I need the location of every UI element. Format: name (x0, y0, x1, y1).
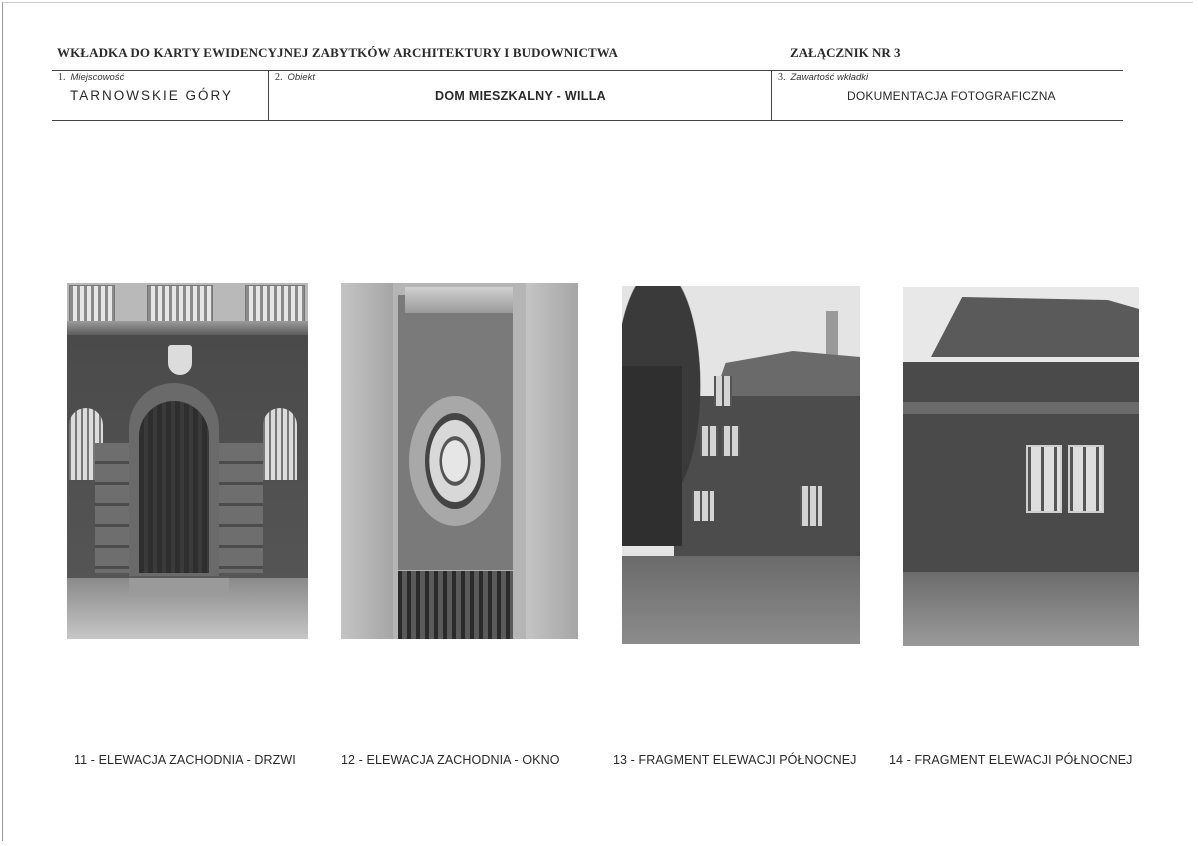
photo-caption: 12 - ELEWACJA ZACHODNIA - OKNO (341, 753, 560, 767)
field-label: Zawartość wkładki (790, 72, 869, 83)
field-object: 2. Obiekt DOM MIESZKALNY - WILLA (268, 71, 772, 120)
field-number: 3. (778, 72, 786, 83)
photo-west-door (67, 283, 308, 639)
metadata-table: 1. Miejscowość TARNOWSKIE GÓRY 2. Obiekt D… (52, 70, 1123, 121)
eagle-emblem-icon (168, 345, 192, 375)
arched-door (139, 401, 209, 573)
field-label: Obiekt (287, 72, 315, 83)
field-value: DOM MIESZKALNY - WILLA (435, 89, 606, 103)
field-contents: 3. Zawartość wkładki DOKUMENTACJA FOTOGRA… (771, 71, 1124, 120)
field-number: 2. (275, 72, 283, 83)
photo-caption: 13 - FRAGMENT ELEWACJI PÓŁNOCNEJ (613, 753, 857, 767)
photo-north-fragment-1 (622, 286, 860, 644)
photo-north-fragment-2 (903, 287, 1139, 646)
field-value: DOKUMENTACJA FOTOGRAFICZNA (847, 89, 1056, 103)
document-title: WKŁADKA DO KARTY EWIDENCYJNEJ ZABYTKÓW A… (57, 45, 618, 60)
field-label: Miejscowość (70, 72, 125, 83)
field-value: TARNOWSKIE GÓRY (70, 88, 234, 103)
field-locality: 1. Miejscowość TARNOWSKIE GÓRY (52, 71, 268, 120)
annex-number: ZAŁĄCZNIK NR 3 (790, 45, 901, 60)
photo-caption: 14 - FRAGMENT ELEWACJI PÓŁNOCNEJ (889, 753, 1133, 767)
field-number: 1. (58, 72, 66, 83)
photo-caption: 11 - ELEWACJA ZACHODNIA - DRZWI (74, 753, 296, 767)
oval-window (425, 413, 485, 509)
photo-west-window (341, 283, 578, 639)
